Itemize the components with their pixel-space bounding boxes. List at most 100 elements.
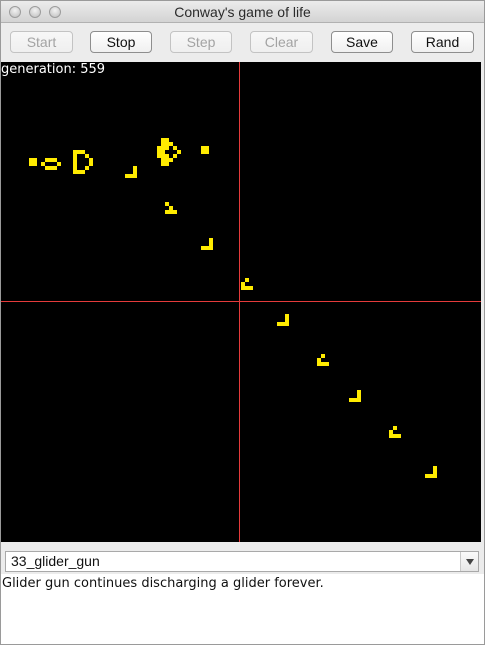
- live-cell: [349, 398, 353, 402]
- live-cell: [81, 170, 85, 174]
- live-cell: [169, 158, 173, 162]
- live-cell: [169, 206, 173, 210]
- live-cell: [173, 154, 177, 158]
- live-cell: [173, 210, 177, 214]
- live-cell: [389, 430, 393, 434]
- live-cell: [165, 154, 169, 158]
- live-cell: [133, 170, 137, 174]
- live-cell: [29, 158, 33, 162]
- live-cell: [73, 154, 77, 158]
- live-cell: [277, 322, 281, 326]
- live-cell: [81, 150, 85, 154]
- live-cell: [393, 434, 397, 438]
- live-cell: [53, 166, 57, 170]
- live-cell: [165, 138, 169, 142]
- save-button[interactable]: Save: [331, 31, 393, 53]
- live-cell: [49, 166, 53, 170]
- title-bar: Conway's game of life: [1, 1, 484, 23]
- live-cell: [433, 466, 437, 470]
- live-cell: [73, 166, 77, 170]
- live-cell: [201, 150, 205, 154]
- window-title: Conway's game of life: [174, 4, 311, 20]
- stop-button[interactable]: Stop: [90, 31, 152, 53]
- live-cell: [49, 158, 53, 162]
- live-cell: [357, 390, 361, 394]
- live-cell: [321, 354, 325, 358]
- live-cell: [29, 162, 33, 166]
- live-cell: [173, 146, 177, 150]
- live-cell: [209, 242, 213, 246]
- live-cell: [89, 162, 93, 166]
- live-cell: [161, 146, 165, 150]
- live-cell: [205, 146, 209, 150]
- horizontal-axis-line: [1, 301, 481, 302]
- step-button[interactable]: Step: [170, 31, 232, 53]
- live-cell: [165, 210, 169, 214]
- pattern-description-area: Glider gun continues discharging a glide…: [1, 574, 484, 644]
- live-cell: [33, 158, 37, 162]
- live-cell: [133, 166, 137, 170]
- live-cell: [157, 150, 161, 154]
- cell-grid: [29, 138, 437, 478]
- live-cell: [73, 150, 77, 154]
- live-cell: [393, 426, 397, 430]
- start-button[interactable]: Start: [10, 31, 73, 53]
- live-cell: [161, 150, 165, 154]
- live-cell: [89, 158, 93, 162]
- live-cell: [285, 314, 289, 318]
- live-cell: [85, 166, 89, 170]
- live-cell: [53, 158, 57, 162]
- live-cell: [33, 162, 37, 166]
- vertical-axis-line: [239, 62, 240, 542]
- live-cell: [357, 394, 361, 398]
- live-cell: [161, 162, 165, 166]
- live-cell: [161, 142, 165, 146]
- rand-button[interactable]: Rand: [411, 31, 474, 53]
- live-cell: [425, 474, 429, 478]
- live-cell: [57, 162, 61, 166]
- live-cell: [45, 166, 49, 170]
- live-cell: [241, 282, 245, 286]
- chevron-down-icon[interactable]: [460, 552, 478, 571]
- live-cell: [73, 158, 77, 162]
- live-cell: [285, 322, 289, 326]
- live-cell: [209, 246, 213, 250]
- live-cell: [125, 174, 129, 178]
- live-cell: [433, 470, 437, 474]
- live-cell: [157, 146, 161, 150]
- live-cell: [161, 138, 165, 142]
- live-cell: [169, 142, 173, 146]
- live-cell: [357, 398, 361, 402]
- live-cell: [389, 434, 393, 438]
- life-board[interactable]: generation: 559: [1, 62, 481, 542]
- pattern-select[interactable]: 33_glider_gun: [5, 551, 479, 572]
- live-cell: [205, 150, 209, 154]
- live-cell: [177, 150, 181, 154]
- live-cell: [201, 146, 205, 150]
- live-cell: [241, 286, 245, 290]
- live-cell: [317, 362, 321, 366]
- live-cell: [157, 154, 161, 158]
- live-cell: [321, 362, 325, 366]
- live-cell: [85, 154, 89, 158]
- live-cell: [129, 174, 133, 178]
- live-cell: [45, 158, 49, 162]
- clear-button[interactable]: Clear: [250, 31, 313, 53]
- live-cell: [165, 162, 169, 166]
- live-cell: [165, 142, 169, 146]
- live-cell: [133, 174, 137, 178]
- live-cell: [429, 474, 433, 478]
- live-cell: [205, 246, 209, 250]
- live-cell: [169, 210, 173, 214]
- live-cell: [77, 150, 81, 154]
- pattern-description: Glider gun continues discharging a glide…: [2, 576, 324, 591]
- live-cell: [325, 362, 329, 366]
- live-cell: [73, 162, 77, 166]
- live-cell: [245, 286, 249, 290]
- live-cell: [77, 170, 81, 174]
- live-cell: [41, 162, 45, 166]
- live-cell: [249, 286, 253, 290]
- live-cell: [281, 322, 285, 326]
- pattern-select-value: 33_glider_gun: [11, 553, 100, 569]
- live-cell: [73, 170, 77, 174]
